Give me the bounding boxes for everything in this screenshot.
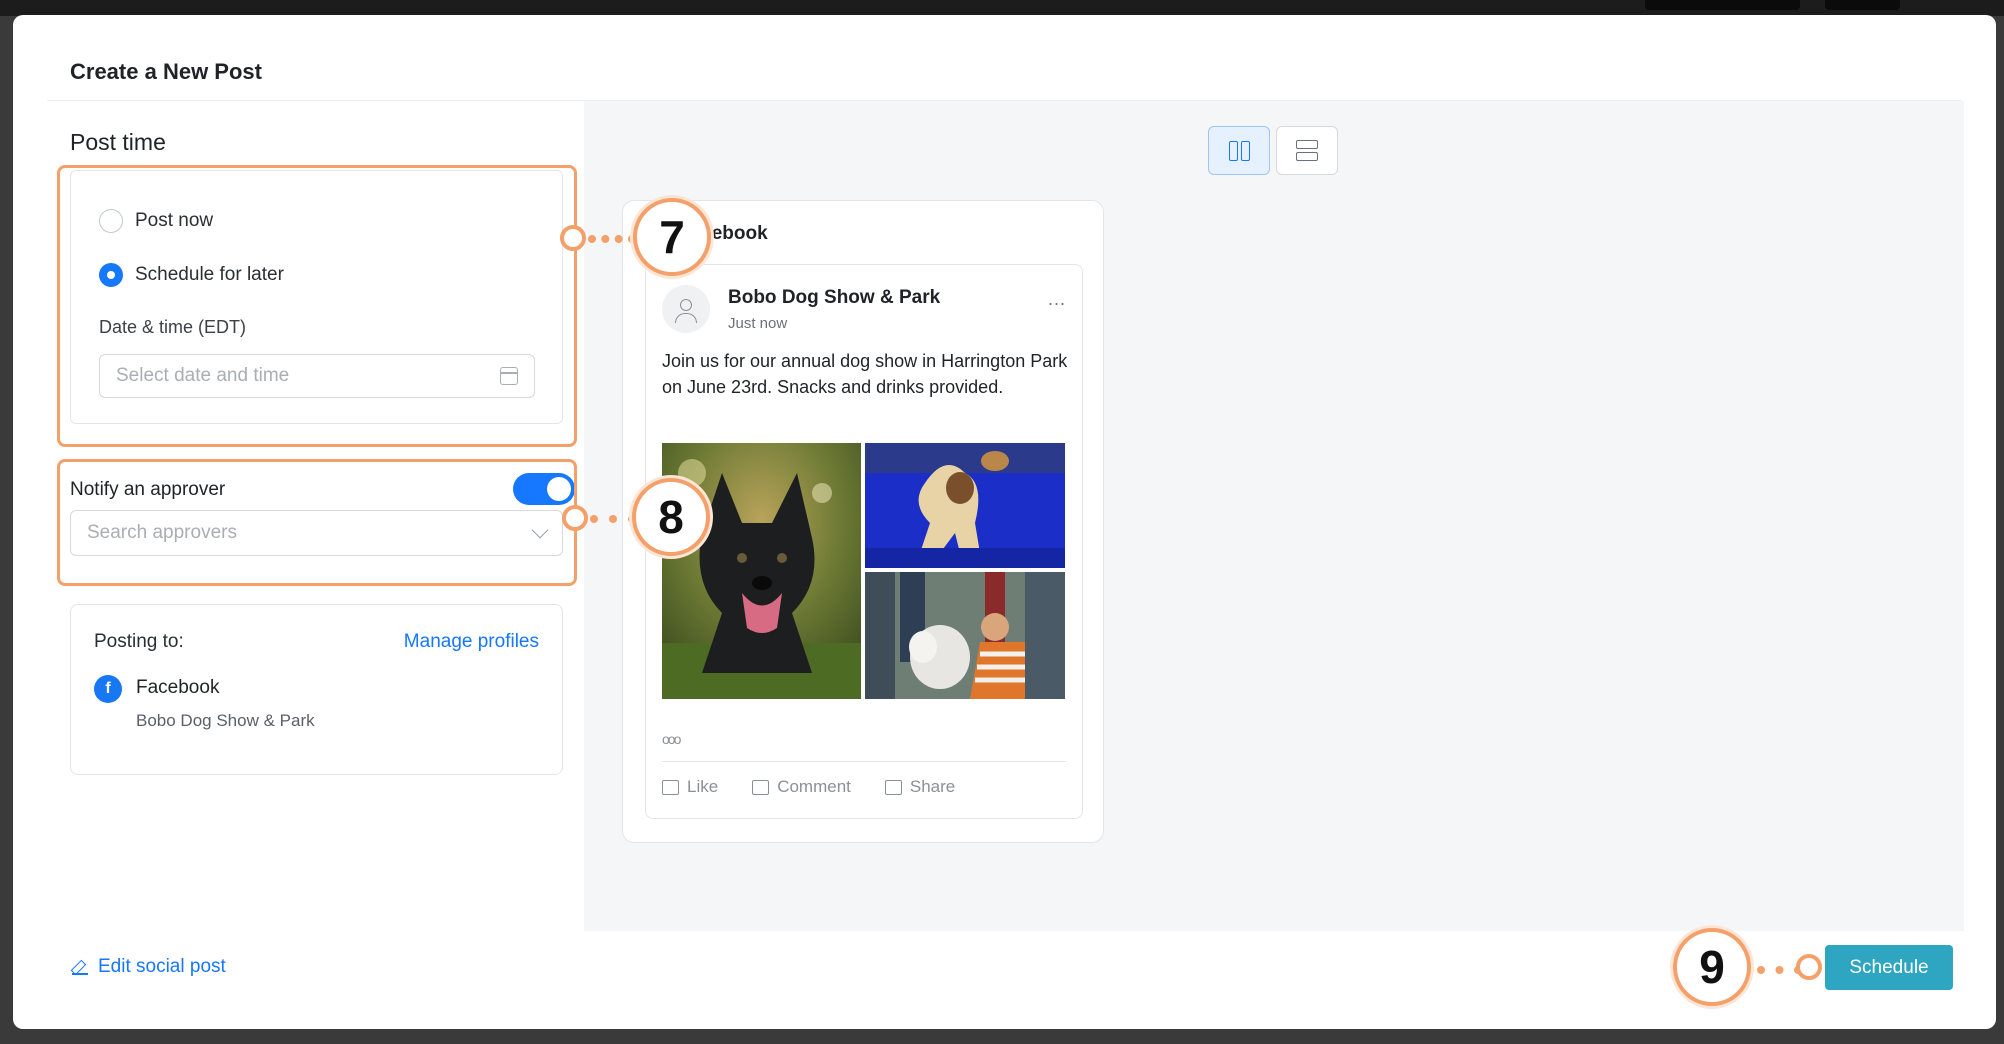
like-label: Like [687, 777, 719, 796]
like-action[interactable]: Like [662, 777, 718, 797]
annotation-connector-7 [588, 235, 636, 243]
post-page-name: Bobo Dog Show & Park [728, 287, 941, 308]
avatar [662, 285, 710, 333]
comment-label: Comment [777, 777, 851, 796]
annotation-badge-7: 7 [633, 198, 711, 276]
reactions-summary: ooo [662, 731, 681, 747]
manage-profiles-link[interactable]: Manage profiles [404, 631, 539, 653]
annotation-badge-8: 8 [632, 478, 710, 556]
posting-to-label: Posting to: [94, 631, 184, 652]
posting-to-card: Posting to: Manage profiles f Facebook B… [70, 604, 563, 775]
post-time-heading: Post time [70, 129, 166, 155]
share-icon [884, 779, 902, 795]
columns-icon [1228, 140, 1250, 161]
post-time: Just now [728, 315, 788, 332]
rows-icon [1296, 140, 1318, 161]
comment-action[interactable]: Comment [752, 777, 851, 797]
post-photos [662, 443, 1065, 699]
stacked-view-button[interactable] [1276, 126, 1338, 175]
more-options-icon[interactable]: ... [1048, 289, 1066, 310]
annotation-badge-9: 9 [1673, 928, 1751, 1006]
pencil-icon [72, 959, 88, 975]
dog-photo-1 [662, 443, 861, 699]
facebook-icon: f [94, 675, 122, 703]
side-by-side-view-button[interactable] [1208, 126, 1270, 175]
share-label: Share [909, 777, 956, 796]
share-action[interactable]: Share [884, 777, 956, 797]
comment-icon [752, 779, 770, 795]
post-text: Join us for our annual dog show in Harri… [662, 351, 1068, 397]
preview-panel: f Facebook Bobo Dog Show & Park Just now… [584, 101, 1964, 931]
annotation-box-8 [57, 459, 577, 586]
annotation-dot-8 [562, 505, 588, 531]
post-divider [662, 761, 1066, 762]
annotation-box-7 [57, 165, 577, 447]
modal-title: Create a New Post [70, 59, 262, 84]
annotation-connector-8 [590, 515, 636, 523]
thumbs-up-icon [662, 779, 679, 795]
os-top-bar [0, 0, 2004, 16]
annotation-dot-7 [560, 225, 586, 251]
annotation-dot-9 [1796, 954, 1822, 980]
network-name: Facebook [136, 677, 220, 698]
schedule-button[interactable]: Schedule [1825, 945, 1953, 990]
dog-photo-2 [865, 443, 1065, 568]
top-bar-block [1645, 0, 1800, 10]
dog-photo-3 [865, 572, 1065, 699]
post-preview: Bobo Dog Show & Park Just now ... Join u… [645, 264, 1083, 819]
profile-name: Bobo Dog Show & Park [136, 711, 315, 730]
edit-social-post-link[interactable]: Edit social post [72, 956, 226, 978]
post-actions: Like Comment Share [662, 777, 955, 797]
edit-social-post-label: Edit social post [98, 956, 226, 977]
top-bar-block [1825, 0, 1900, 10]
